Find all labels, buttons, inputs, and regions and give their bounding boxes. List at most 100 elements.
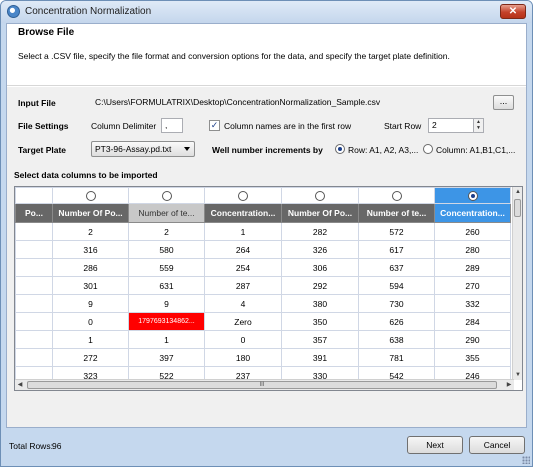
table-cell[interactable]: 397 (128, 348, 205, 367)
table-cell[interactable]: 357 (281, 330, 359, 349)
table-cell[interactable]: 0 (52, 312, 129, 331)
table-cell[interactable]: 280 (434, 240, 511, 259)
table-cell[interactable]: 292 (281, 276, 359, 295)
table-cell[interactable]: 286 (52, 258, 129, 277)
row-header-cell[interactable] (15, 222, 53, 241)
column-names-checkbox[interactable]: ✓ (209, 120, 220, 131)
table-cell[interactable]: 180 (204, 348, 282, 367)
table-cell[interactable]: 594 (358, 276, 435, 295)
column-delimiter-input[interactable]: , (161, 118, 183, 133)
horizontal-scrollbar[interactable]: ◀ III ▶ (15, 379, 514, 390)
table-cell[interactable]: 316 (52, 240, 129, 259)
table-row[interactable]: 272 397 180 391 781 355 (15, 348, 511, 367)
table-cell[interactable]: 9 (52, 294, 129, 313)
column-select-cell[interactable] (281, 187, 359, 204)
column-header[interactable]: Number Of Po... (281, 203, 359, 223)
input-file-path[interactable]: C:\Users\FORMULATRIX\Desktop\Concentrati… (91, 95, 491, 110)
browse-button[interactable]: ... (493, 95, 514, 110)
table-cell[interactable]: 572 (358, 222, 435, 241)
table-cell[interactable]: 287 (204, 276, 282, 295)
table-cell[interactable]: 0 (204, 330, 282, 349)
table-row[interactable]: 0 1797693134862... Zero 350 626 284 (15, 312, 511, 331)
table-row[interactable]: 9 9 4 380 730 332 (15, 294, 511, 313)
column-select-cell[interactable] (358, 187, 435, 204)
table-cell[interactable]: 2 (52, 222, 129, 241)
table-cell[interactable]: 1797693134862... (128, 312, 205, 331)
row-header-cell[interactable] (15, 276, 53, 295)
table-cell[interactable]: 1 (204, 222, 282, 241)
table-cell[interactable]: 2 (128, 222, 205, 241)
table-cell[interactable]: 781 (358, 348, 435, 367)
scroll-right-icon[interactable]: ▶ (504, 380, 514, 390)
table-cell[interactable]: 9 (128, 294, 205, 313)
scroll-up-icon[interactable]: ▲ (513, 187, 522, 197)
table-row[interactable]: 1 1 0 357 638 290 (15, 330, 511, 349)
radio-row-order[interactable] (335, 144, 345, 154)
column-header[interactable]: Concentration... (204, 203, 282, 223)
table-cell[interactable]: 355 (434, 348, 511, 367)
vertical-scrollbar[interactable]: ▲ ▼ (512, 187, 522, 380)
start-row-spinner[interactable]: ▲ ▼ (473, 118, 484, 133)
table-cell[interactable]: 617 (358, 240, 435, 259)
column-header[interactable]: Po... (15, 203, 53, 223)
vertical-scroll-thumb[interactable] (514, 199, 521, 217)
table-cell[interactable]: 301 (52, 276, 129, 295)
data-grid[interactable]: Po... Number Of Po... Number of te... Conce… (14, 186, 523, 391)
column-select-radio[interactable] (315, 190, 325, 201)
table-cell[interactable]: 264 (204, 240, 282, 259)
column-select-radio[interactable] (391, 190, 402, 201)
scroll-down-icon[interactable]: ▼ (513, 370, 522, 380)
table-cell[interactable]: 391 (281, 348, 359, 367)
table-cell[interactable]: 270 (434, 276, 511, 295)
column-select-cell[interactable] (204, 187, 282, 204)
table-cell[interactable]: 272 (52, 348, 129, 367)
column-header[interactable]: Number Of Po... (52, 203, 129, 223)
row-header-cell[interactable] (15, 330, 53, 349)
column-select-radio[interactable] (238, 190, 248, 201)
table-cell[interactable]: 1 (52, 330, 129, 349)
table-cell[interactable]: 559 (128, 258, 205, 277)
next-button[interactable]: Next (407, 436, 463, 454)
column-select-cell[interactable] (128, 187, 205, 204)
column-select-radio[interactable] (467, 190, 478, 201)
row-header-cell[interactable] (15, 348, 53, 367)
table-cell[interactable]: 326 (281, 240, 359, 259)
table-row[interactable]: 301 631 287 292 594 270 (15, 276, 511, 295)
table-cell[interactable]: 631 (128, 276, 205, 295)
row-header-cell[interactable] (15, 294, 53, 313)
column-header[interactable]: Number of te... (128, 203, 205, 223)
close-button[interactable]: ✕ (500, 4, 526, 19)
column-select-cell[interactable] (52, 187, 129, 204)
scroll-left-icon[interactable]: ◀ (15, 380, 25, 390)
table-cell[interactable]: 289 (434, 258, 511, 277)
table-cell[interactable]: 580 (128, 240, 205, 259)
column-header[interactable]: Concentration... (434, 203, 511, 223)
table-cell[interactable]: 260 (434, 222, 511, 241)
table-cell[interactable]: 290 (434, 330, 511, 349)
table-cell[interactable]: 626 (358, 312, 435, 331)
target-plate-dropdown[interactable]: PT3-96-Assay.pd.txt (91, 141, 195, 157)
table-row[interactable]: 316 580 264 326 617 280 (15, 240, 511, 259)
column-header[interactable]: Number of te... (358, 203, 435, 223)
radio-column-order[interactable] (423, 144, 433, 154)
title-bar[interactable]: Concentration Normalization ✕ (1, 1, 532, 23)
cancel-button[interactable]: Cancel (469, 436, 525, 454)
table-cell[interactable]: Zero (204, 312, 282, 331)
table-cell[interactable]: 254 (204, 258, 282, 277)
table-cell[interactable]: 730 (358, 294, 435, 313)
table-cell[interactable]: 350 (281, 312, 359, 331)
table-cell[interactable]: 1 (128, 330, 205, 349)
table-cell[interactable]: 306 (281, 258, 359, 277)
table-cell[interactable]: 282 (281, 222, 359, 241)
table-row[interactable]: 2 2 1 282 572 260 (15, 222, 511, 241)
table-cell[interactable]: 380 (281, 294, 359, 313)
column-select-radio[interactable] (85, 190, 96, 201)
resize-grip-icon[interactable] (522, 456, 530, 464)
row-header-cell[interactable] (15, 312, 53, 331)
table-cell[interactable]: 638 (358, 330, 435, 349)
table-cell[interactable]: 4 (204, 294, 282, 313)
column-select-cell[interactable] (434, 187, 511, 204)
start-row-input[interactable]: 2 (428, 118, 474, 133)
row-header-cell[interactable] (15, 240, 53, 259)
column-select-radio[interactable] (161, 190, 172, 201)
